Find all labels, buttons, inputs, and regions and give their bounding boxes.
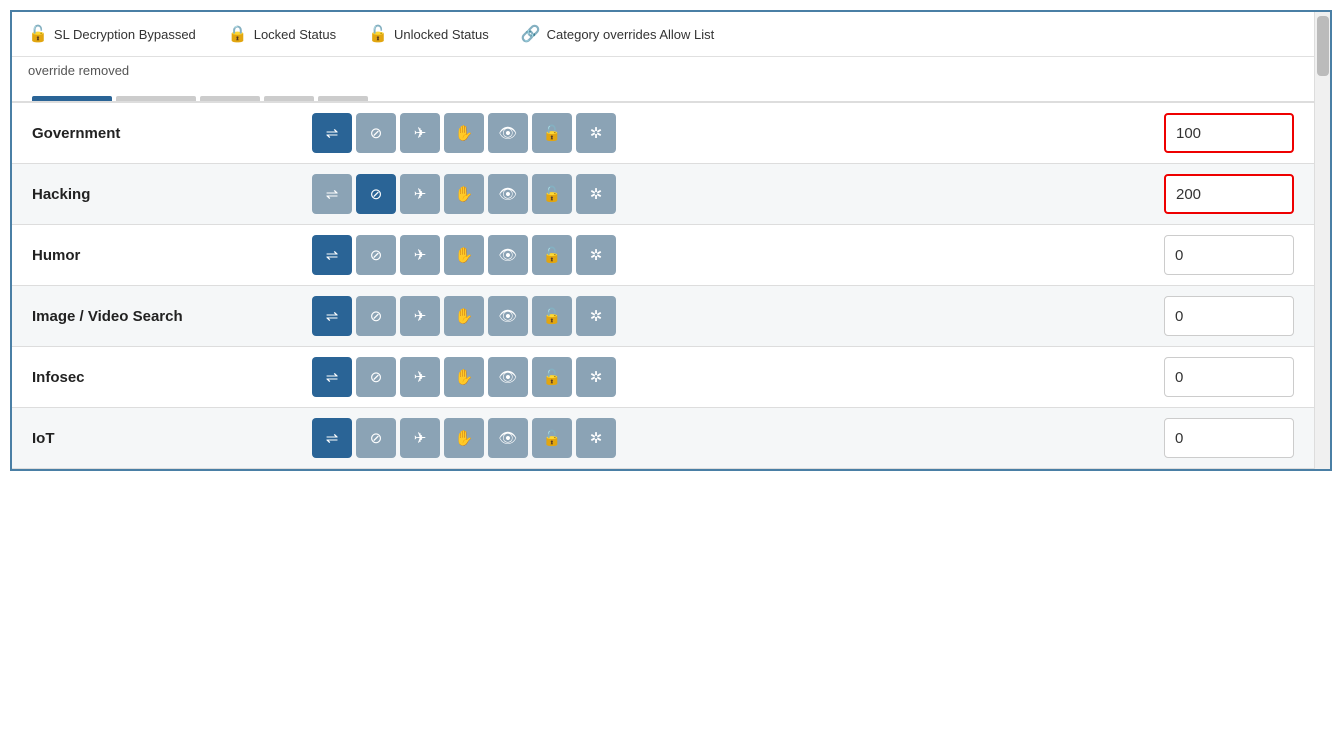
icon-btn-iot-eye[interactable]: 👁 bbox=[488, 418, 528, 458]
icon-btn-government-arrows[interactable]: ⇌ bbox=[312, 113, 352, 153]
unlocked-label: Unlocked Status bbox=[394, 27, 489, 42]
tabs-row bbox=[12, 88, 1314, 103]
table-row-humor: Humor⇌⊘✈✋👁🔓✲ bbox=[12, 225, 1314, 286]
sub-text: override removed bbox=[12, 57, 1314, 88]
icon-btn-humor-plane[interactable]: ✈ bbox=[400, 235, 440, 275]
icon-btn-hacking-block[interactable]: ⊘ bbox=[356, 174, 396, 214]
icon-btn-infosec-plane[interactable]: ✈ bbox=[400, 357, 440, 397]
icon-btn-humor-hand[interactable]: ✋ bbox=[444, 235, 484, 275]
value-input-image-video-search[interactable] bbox=[1164, 296, 1294, 336]
icon-btn-humor-arrows[interactable]: ⇌ bbox=[312, 235, 352, 275]
icon-btn-government-eye[interactable]: 👁 bbox=[488, 113, 528, 153]
row-label-image-video-search: Image / Video Search bbox=[32, 308, 312, 325]
legend-category-override: 🔗 Category overrides Allow List bbox=[521, 24, 715, 44]
icon-btn-image-video-search-plane[interactable]: ✈ bbox=[400, 296, 440, 336]
icon-group-iot: ⇌⊘✈✋👁🔓✲ bbox=[312, 418, 1164, 458]
locked-label: Locked Status bbox=[254, 27, 336, 42]
icon-btn-government-block[interactable]: ⊘ bbox=[356, 113, 396, 153]
table-row-infosec: Infosec⇌⊘✈✋👁🔓✲ bbox=[12, 347, 1314, 408]
legend-bar: 🔓 SL Decryption Bypassed 🔒 Locked Status… bbox=[12, 12, 1314, 57]
value-input-infosec[interactable] bbox=[1164, 357, 1294, 397]
icon-btn-hacking-plane[interactable]: ✈ bbox=[400, 174, 440, 214]
value-input-hacking[interactable] bbox=[1164, 174, 1294, 214]
tab-inactive-3[interactable] bbox=[264, 96, 314, 101]
icon-btn-hacking-arrows[interactable]: ⇌ bbox=[312, 174, 352, 214]
icon-btn-infosec-hand[interactable]: ✋ bbox=[444, 357, 484, 397]
icon-btn-hacking-unlock[interactable]: 🔓 bbox=[532, 174, 572, 214]
icon-btn-government-unlock[interactable]: 🔓 bbox=[532, 113, 572, 153]
row-label-government: Government bbox=[32, 125, 312, 142]
legend-locked: 🔒 Locked Status bbox=[228, 24, 336, 44]
table-row-hacking: Hacking⇌⊘✈✋👁🔓✲ bbox=[12, 164, 1314, 225]
icon-btn-humor-block[interactable]: ⊘ bbox=[356, 235, 396, 275]
locked-icon: 🔒 bbox=[228, 24, 248, 44]
icon-btn-iot-block[interactable]: ⊘ bbox=[356, 418, 396, 458]
value-input-government[interactable] bbox=[1164, 113, 1294, 153]
legend-ssl-bypass: 🔓 SL Decryption Bypassed bbox=[28, 24, 196, 44]
row-label-humor: Humor bbox=[32, 247, 312, 264]
tab-active[interactable] bbox=[32, 96, 112, 101]
icon-btn-image-video-search-eye[interactable]: 👁 bbox=[488, 296, 528, 336]
icon-btn-infosec-spin[interactable]: ✲ bbox=[576, 357, 616, 397]
icon-btn-image-video-search-block[interactable]: ⊘ bbox=[356, 296, 396, 336]
table-row-iot: IoT⇌⊘✈✋👁🔓✲ bbox=[12, 408, 1314, 469]
icon-btn-hacking-spin[interactable]: ✲ bbox=[576, 174, 616, 214]
ssl-bypass-label: SL Decryption Bypassed bbox=[54, 27, 196, 42]
row-label-hacking: Hacking bbox=[32, 186, 312, 203]
icon-btn-hacking-hand[interactable]: ✋ bbox=[444, 174, 484, 214]
icon-group-hacking: ⇌⊘✈✋👁🔓✲ bbox=[312, 174, 1164, 214]
icon-group-infosec: ⇌⊘✈✋👁🔓✲ bbox=[312, 357, 1164, 397]
icon-btn-government-plane[interactable]: ✈ bbox=[400, 113, 440, 153]
icon-btn-iot-plane[interactable]: ✈ bbox=[400, 418, 440, 458]
tab-inactive-4[interactable] bbox=[318, 96, 368, 101]
icon-btn-image-video-search-spin[interactable]: ✲ bbox=[576, 296, 616, 336]
table-row-image-video-search: Image / Video Search⇌⊘✈✋👁🔓✲ bbox=[12, 286, 1314, 347]
tab-inactive-1[interactable] bbox=[116, 96, 196, 101]
icon-btn-iot-arrows[interactable]: ⇌ bbox=[312, 418, 352, 458]
scrollbar[interactable] bbox=[1314, 12, 1330, 469]
icon-btn-iot-unlock[interactable]: 🔓 bbox=[532, 418, 572, 458]
icon-btn-image-video-search-hand[interactable]: ✋ bbox=[444, 296, 484, 336]
main-panel: 🔓 SL Decryption Bypassed 🔒 Locked Status… bbox=[10, 10, 1332, 471]
legend-unlocked: 🔓 Unlocked Status bbox=[368, 24, 489, 44]
category-override-icon: 🔗 bbox=[521, 24, 541, 44]
scrollbar-thumb[interactable] bbox=[1317, 16, 1329, 76]
tab-inactive-2[interactable] bbox=[200, 96, 260, 101]
icon-group-government: ⇌⊘✈✋👁🔓✲ bbox=[312, 113, 1164, 153]
table-row-government: Government⇌⊘✈✋👁🔓✲ bbox=[12, 103, 1314, 164]
icon-btn-humor-eye[interactable]: 👁 bbox=[488, 235, 528, 275]
icon-btn-humor-spin[interactable]: ✲ bbox=[576, 235, 616, 275]
ssl-bypass-icon: 🔓 bbox=[28, 24, 48, 44]
icon-btn-iot-spin[interactable]: ✲ bbox=[576, 418, 616, 458]
icon-btn-iot-hand[interactable]: ✋ bbox=[444, 418, 484, 458]
icon-btn-infosec-arrows[interactable]: ⇌ bbox=[312, 357, 352, 397]
category-table: Government⇌⊘✈✋👁🔓✲Hacking⇌⊘✈✋👁🔓✲Humor⇌⊘✈✋… bbox=[12, 103, 1314, 469]
row-label-iot: IoT bbox=[32, 430, 312, 447]
icon-btn-government-spin[interactable]: ✲ bbox=[576, 113, 616, 153]
icon-group-image-video-search: ⇌⊘✈✋👁🔓✲ bbox=[312, 296, 1164, 336]
icon-btn-infosec-block[interactable]: ⊘ bbox=[356, 357, 396, 397]
icon-btn-hacking-eye[interactable]: 👁 bbox=[488, 174, 528, 214]
unlocked-icon: 🔓 bbox=[368, 24, 388, 44]
icon-btn-humor-unlock[interactable]: 🔓 bbox=[532, 235, 572, 275]
row-label-infosec: Infosec bbox=[32, 369, 312, 386]
value-input-humor[interactable] bbox=[1164, 235, 1294, 275]
icon-group-humor: ⇌⊘✈✋👁🔓✲ bbox=[312, 235, 1164, 275]
value-input-iot[interactable] bbox=[1164, 418, 1294, 458]
icon-btn-infosec-unlock[interactable]: 🔓 bbox=[532, 357, 572, 397]
icon-btn-image-video-search-unlock[interactable]: 🔓 bbox=[532, 296, 572, 336]
icon-btn-image-video-search-arrows[interactable]: ⇌ bbox=[312, 296, 352, 336]
icon-btn-infosec-eye[interactable]: 👁 bbox=[488, 357, 528, 397]
icon-btn-government-hand[interactable]: ✋ bbox=[444, 113, 484, 153]
category-override-label: Category overrides Allow List bbox=[547, 27, 715, 42]
